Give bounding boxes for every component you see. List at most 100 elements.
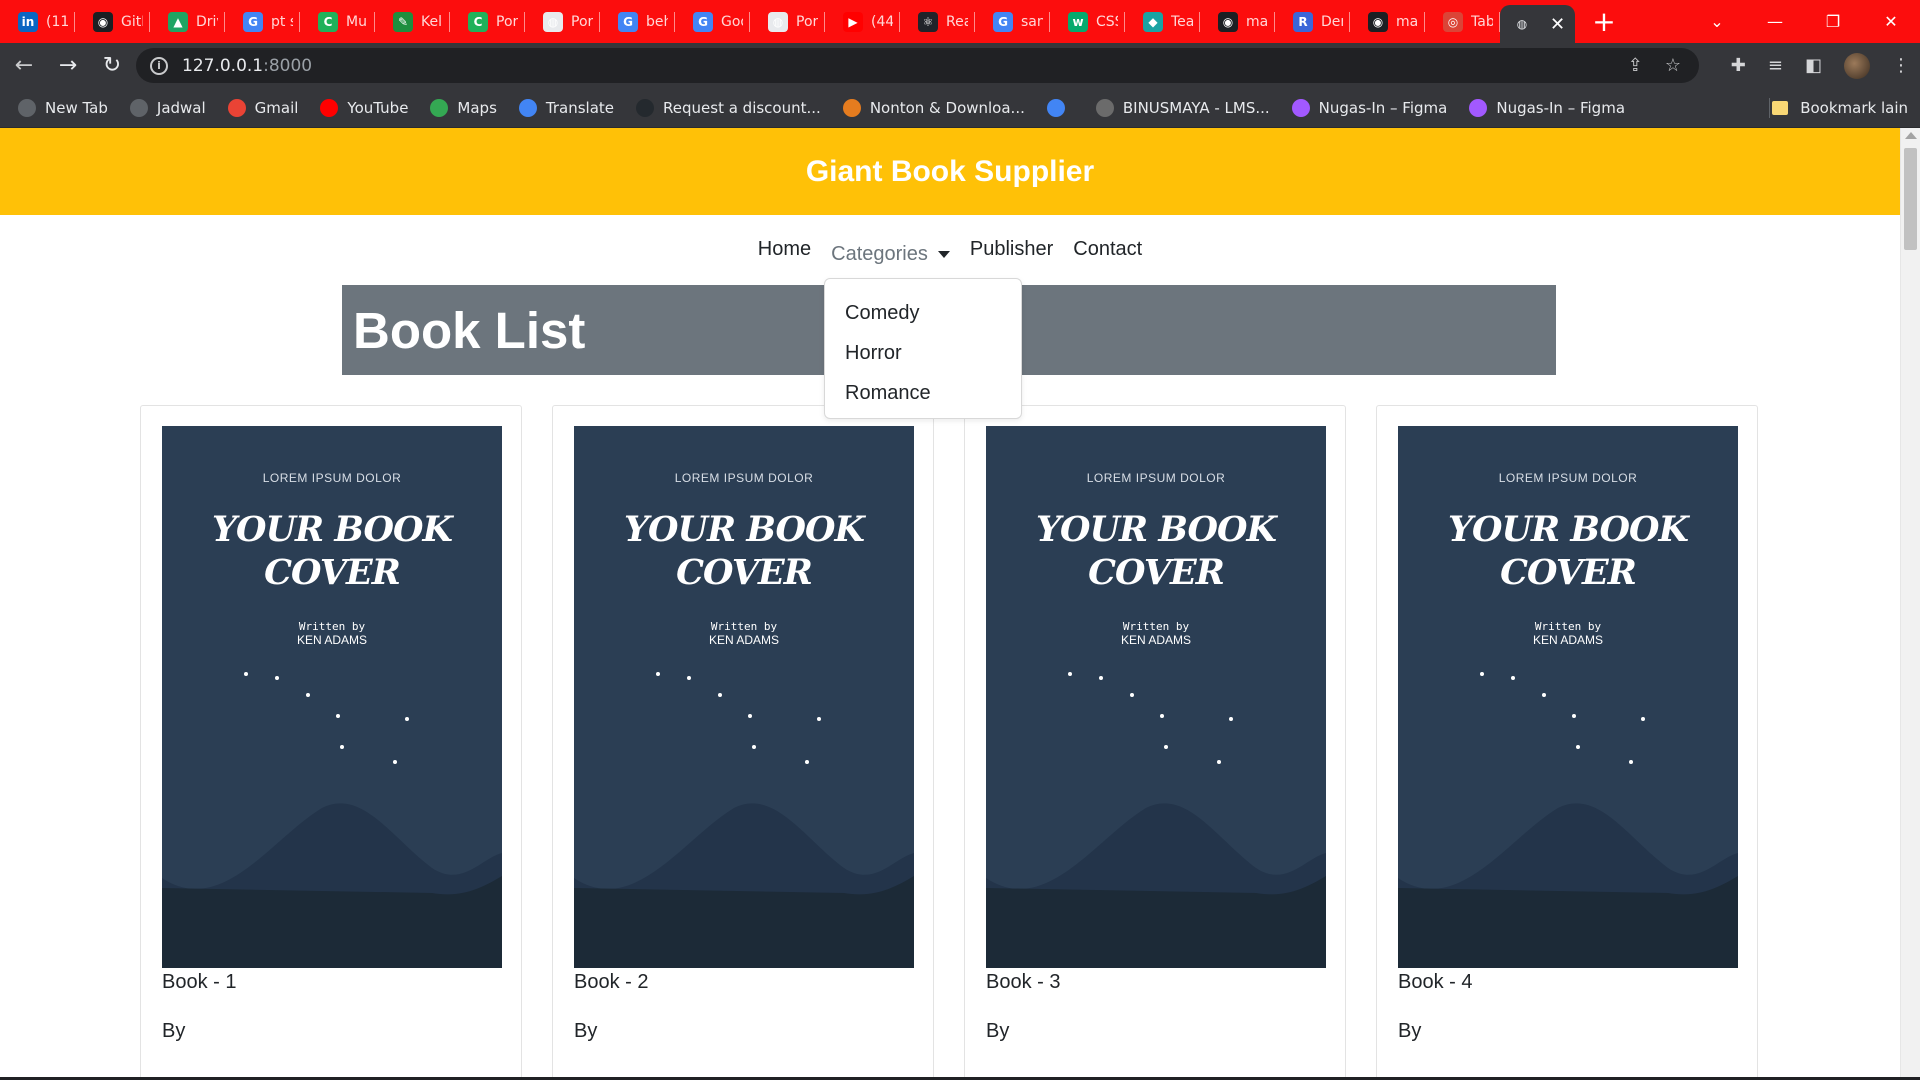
- cover-title: YOUR BOOK COVER: [574, 508, 914, 594]
- bookmark-star-icon[interactable]: ☆: [1665, 55, 1681, 76]
- tab-9[interactable]: Gbeh: [600, 0, 675, 43]
- cover-author: KEN ADAMS: [1532, 633, 1604, 647]
- tab-6[interactable]: ✎ Kel: [375, 0, 450, 43]
- tab-title: Por: [496, 13, 518, 30]
- tab-7[interactable]: C Por: [450, 0, 525, 43]
- back-button[interactable]: ←: [4, 46, 44, 86]
- cover-written-by: Written by: [710, 620, 778, 633]
- tab-title: Drive: [196, 13, 218, 30]
- side-panel-icon[interactable]: ◧: [1805, 55, 1822, 76]
- tab-16[interactable]: ◆ Tea: [1125, 0, 1200, 43]
- tab-19[interactable]: ◉ ma: [1350, 0, 1425, 43]
- bookmark-label: Jadwal: [156, 98, 206, 117]
- bookmark-item[interactable]: Gmail: [227, 98, 299, 117]
- book-card[interactable]: LOREM IPSUM DOLOR YOUR BOOK COVER Written b…: [140, 405, 522, 1080]
- mountain-illustration: [162, 803, 502, 968]
- tab-5[interactable]: C Mul: [300, 0, 375, 43]
- bookmark-item[interactable]: [1046, 98, 1074, 117]
- scroll-thumb[interactable]: [1904, 148, 1917, 250]
- media-control-icon[interactable]: ≡: [1768, 55, 1783, 76]
- scrollbar[interactable]: [1900, 128, 1920, 1080]
- bookmark-item[interactable]: Nugas-In – Figma: [1291, 98, 1447, 117]
- linkedin-icon: in: [18, 11, 38, 32]
- star-dot: [1480, 672, 1484, 676]
- profile-avatar[interactable]: [1844, 52, 1870, 79]
- tab-11[interactable]: ◍ Por: [750, 0, 825, 43]
- tab-8[interactable]: ◍ Por: [525, 0, 600, 43]
- book-cover-image[interactable]: LOREM IPSUM DOLOR YOUR BOOK COVER Written b…: [574, 426, 914, 968]
- translate-icon: [518, 98, 537, 117]
- github-icon: ◉: [1218, 11, 1238, 32]
- folder-icon: [1772, 101, 1789, 115]
- restore-button[interactable]: ❐: [1804, 12, 1862, 31]
- nav-home[interactable]: Home: [758, 238, 811, 270]
- window-controls: ⌄ — ❐ ✕: [1688, 0, 1920, 43]
- globe-icon: [129, 98, 148, 117]
- nav-publisher[interactable]: Publisher: [970, 238, 1053, 270]
- bookmark-item[interactable]: New Tab: [18, 98, 108, 117]
- other-bookmarks[interactable]: Bookmark lain: [1772, 88, 1908, 128]
- tab-15[interactable]: w CSS: [1050, 0, 1125, 43]
- menu-icon[interactable]: ⋮: [1892, 55, 1910, 76]
- cover-author: KEN ADAMS: [1120, 633, 1192, 647]
- star-dot: [1576, 745, 1580, 749]
- tab-search-icon[interactable]: ⌄: [1688, 12, 1746, 31]
- minimize-button[interactable]: —: [1746, 12, 1804, 31]
- dropdown-item-romance[interactable]: Romance: [825, 373, 1021, 413]
- book-card[interactable]: LOREM IPSUM DOLOR YOUR BOOK COVER Written b…: [1376, 405, 1758, 1080]
- book-card[interactable]: LOREM IPSUM DOLOR YOUR BOOK COVER Written b…: [964, 405, 1346, 1080]
- scroll-up-arrow[interactable]: [1905, 132, 1917, 139]
- bookmark-label: Maps: [457, 98, 497, 117]
- tab-2[interactable]: ◉ GitHub: [75, 0, 150, 43]
- nav-contact[interactable]: Contact: [1073, 238, 1142, 270]
- bookmark-label: Gmail: [254, 98, 299, 117]
- bookmark-item[interactable]: Nugas-In – Figma: [1469, 98, 1625, 117]
- share-icon[interactable]: ⇪: [1628, 55, 1643, 76]
- tab-active[interactable]: ◍ ✕: [1500, 5, 1575, 43]
- close-window-button[interactable]: ✕: [1862, 12, 1920, 31]
- star-dot: [1629, 760, 1633, 764]
- site-info-icon[interactable]: i: [150, 56, 168, 75]
- cover-title: YOUR BOOK COVER: [986, 508, 1326, 594]
- bookmark-item[interactable]: Maps: [430, 98, 497, 117]
- dropdown-item-comedy[interactable]: Comedy: [825, 293, 1021, 333]
- nav-categories-label: Categories: [831, 242, 928, 265]
- extensions-icon[interactable]: ✚: [1731, 55, 1746, 76]
- tab-17[interactable]: ◉ ma: [1200, 0, 1275, 43]
- tab-title: Goo: [721, 13, 743, 30]
- tab-3[interactable]: ▲ Drive: [150, 0, 225, 43]
- dropdown-item-horror[interactable]: Horror: [825, 333, 1021, 373]
- tab-20[interactable]: ◎ Tab: [1425, 0, 1500, 43]
- book-cover-image[interactable]: LOREM IPSUM DOLOR YOUR BOOK COVER Written b…: [1398, 426, 1738, 968]
- bookmark-item[interactable]: YouTube: [320, 98, 408, 117]
- tab-title: beh: [646, 13, 668, 30]
- book-cover-image[interactable]: LOREM IPSUM DOLOR YOUR BOOK COVER Written b…: [986, 426, 1326, 968]
- star-dot: [1068, 672, 1072, 676]
- reload-button[interactable]: ↻: [92, 46, 132, 86]
- tab-13[interactable]: ⚛ Rea: [900, 0, 975, 43]
- forward-button[interactable]: →: [48, 46, 88, 86]
- url-text[interactable]: 127.0.0.1:8000: [182, 56, 312, 76]
- bookmark-item[interactable]: Translate: [518, 98, 614, 117]
- bookmark-item[interactable]: Nonton & Downloa...: [842, 98, 1025, 117]
- book-cover-image[interactable]: LOREM IPSUM DOLOR YOUR BOOK COVER Written b…: [162, 426, 502, 968]
- bookmark-item[interactable]: Jadwal: [129, 98, 206, 117]
- globe-icon: [18, 98, 36, 117]
- tab-title: pt s: [271, 13, 293, 30]
- mountain-illustration: [1398, 803, 1738, 968]
- bookmark-item[interactable]: BINUSMAYA - LMS...: [1095, 98, 1270, 117]
- book-card[interactable]: LOREM IPSUM DOLOR YOUR BOOK COVER Written b…: [552, 405, 934, 1080]
- bookmark-item[interactable]: Request a discount...: [636, 98, 821, 117]
- tab-10[interactable]: G Goo: [675, 0, 750, 43]
- star-dot: [340, 745, 344, 749]
- tab-14[interactable]: Gsan: [975, 0, 1050, 43]
- mountain-illustration: [986, 803, 1326, 968]
- tab-1[interactable]: in (11: [0, 0, 75, 43]
- close-icon[interactable]: ✕: [1550, 14, 1565, 35]
- new-tab-button[interactable]: +: [1583, 0, 1625, 43]
- nav-categories[interactable]: Categories: [831, 238, 950, 270]
- address-bar[interactable]: i 127.0.0.1:8000 ⇪ ☆: [136, 48, 1699, 83]
- tab-18[interactable]: R Der: [1275, 0, 1350, 43]
- tab-4[interactable]: Gpt s: [225, 0, 300, 43]
- tab-12[interactable]: ▶ (44: [825, 0, 900, 43]
